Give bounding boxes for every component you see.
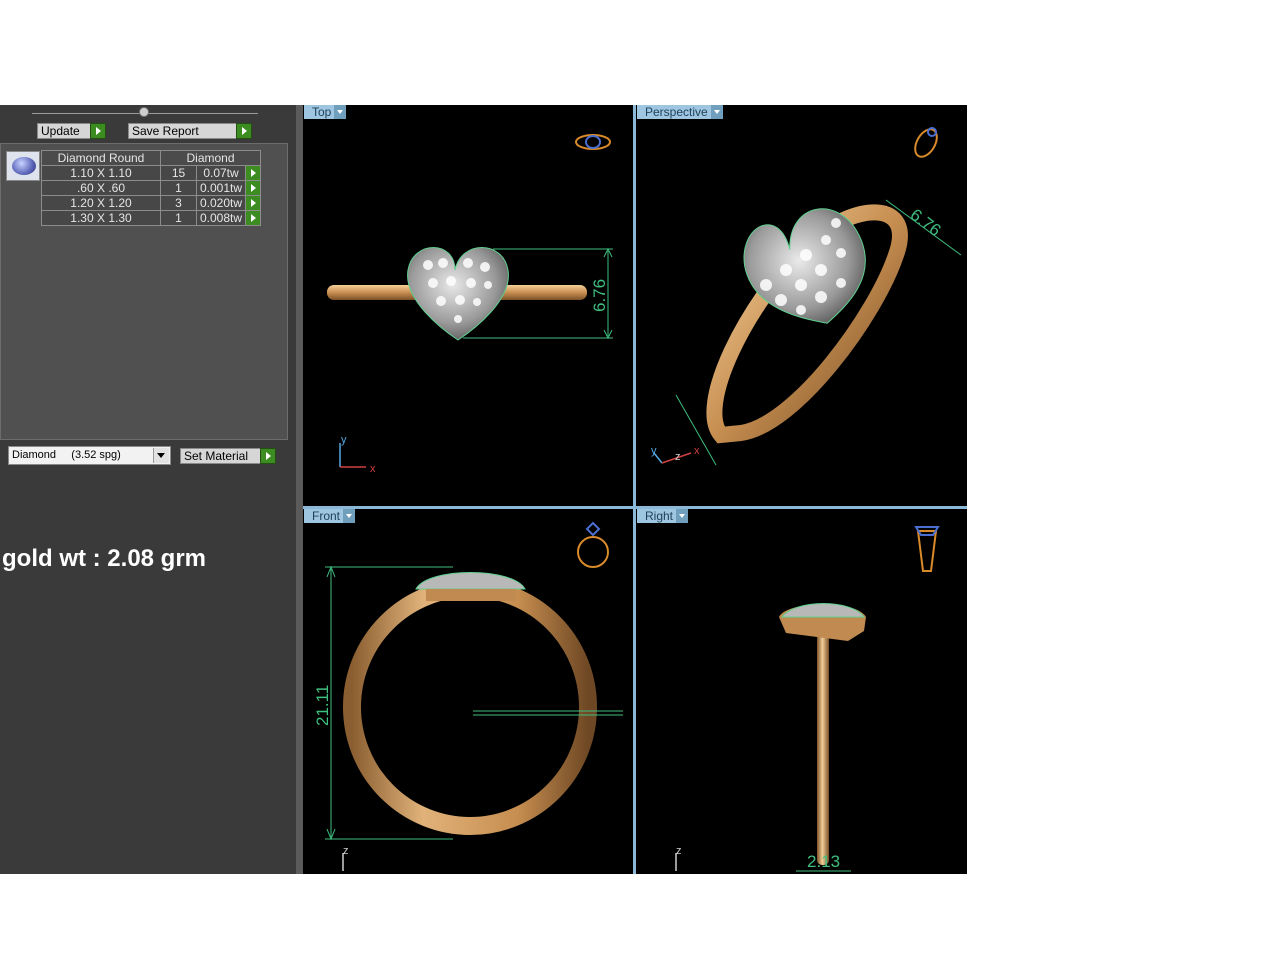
ring-band bbox=[343, 579, 597, 835]
viewport-right[interactable]: Right 2.13 z bbox=[636, 509, 967, 874]
chevron-down-icon[interactable] bbox=[153, 448, 169, 463]
front-dimension-label: 21.11 bbox=[313, 685, 332, 726]
panel-slider-knob[interactable] bbox=[139, 107, 149, 117]
play-icon bbox=[90, 123, 106, 139]
update-button-label: Update bbox=[41, 124, 80, 138]
right-dimension-label: 2.13 bbox=[807, 852, 840, 871]
stone-size: 1.30 X 1.30 bbox=[41, 210, 161, 226]
heart-setting bbox=[415, 572, 526, 590]
front-view-render: 21.11 z bbox=[313, 521, 623, 871]
save-report-button[interactable]: Save Report bbox=[128, 123, 252, 139]
stone-size: 1.10 X 1.10 bbox=[41, 165, 161, 181]
heart-setting bbox=[780, 603, 865, 618]
stone-count: 1 bbox=[160, 180, 197, 196]
top-view-render: 6.76 y x bbox=[327, 134, 613, 475]
stone-weight: 0.07tw bbox=[196, 165, 246, 181]
diamond-thumbnail[interactable] bbox=[6, 151, 40, 181]
top-dimension-label: 6.76 bbox=[590, 279, 609, 312]
panel-splitter[interactable] bbox=[296, 105, 303, 874]
diamond-list: Diamond Round Diamond 1.10 X 1.10 15 0.0… bbox=[0, 143, 288, 440]
axis-z-label: z bbox=[676, 845, 682, 857]
material-select-value: Diamond (3.52 spg) bbox=[12, 449, 121, 461]
row-go-button[interactable] bbox=[245, 180, 261, 196]
material-select[interactable]: Diamond (3.52 spg) bbox=[8, 446, 171, 465]
ring-orientation-icon bbox=[914, 526, 940, 572]
stone-count: 3 bbox=[160, 195, 197, 211]
axis-x-label: x bbox=[694, 445, 700, 457]
table-header-row: Diamond Round Diamond bbox=[41, 150, 261, 166]
viewport-top[interactable]: Top 6.76 y x bbox=[303, 105, 633, 506]
stone-report-panel: Update Save Report Diamond Round Diamond… bbox=[0, 105, 296, 874]
table-row[interactable]: 1.30 X 1.30 1 0.008tw bbox=[41, 210, 261, 226]
save-report-label: Save Report bbox=[132, 124, 199, 138]
row-go-button[interactable] bbox=[245, 195, 261, 211]
jewelry-cad-window: Update Save Report Diamond Round Diamond… bbox=[0, 105, 967, 874]
stone-count: 1 bbox=[160, 210, 197, 226]
axis-y-label: y bbox=[341, 434, 347, 446]
play-icon bbox=[236, 123, 252, 139]
viewport-front[interactable]: Front 21.11 z bbox=[303, 509, 633, 874]
stone-size: 1.20 X 1.20 bbox=[41, 195, 161, 211]
row-go-button[interactable] bbox=[245, 165, 261, 181]
axis-gizmo: y z x bbox=[651, 445, 700, 464]
viewport-perspective[interactable]: Perspective 6.76 y z x bbox=[636, 105, 967, 506]
heart-setting bbox=[407, 247, 509, 341]
stone-weight: 0.008tw bbox=[196, 210, 246, 226]
axis-gizmo: z bbox=[342, 845, 349, 871]
axis-z-label: z bbox=[675, 451, 681, 463]
row-go-button[interactable] bbox=[245, 210, 261, 226]
update-button[interactable]: Update bbox=[37, 123, 106, 139]
table-row[interactable]: 1.10 X 1.10 15 0.07tw bbox=[41, 165, 261, 181]
column-header-type: Diamond bbox=[160, 150, 261, 166]
axis-x-label: x bbox=[370, 463, 376, 475]
stone-count: 15 bbox=[160, 165, 197, 181]
perspective-view-render: 6.76 y z x bbox=[651, 127, 962, 466]
ring-orientation-icon bbox=[577, 521, 609, 568]
gold-weight-text: gold wt : 2.08 grm bbox=[2, 545, 207, 572]
stone-weight: 0.001tw bbox=[196, 180, 246, 196]
right-view-render: 2.13 z bbox=[675, 526, 940, 872]
axis-z-label: z bbox=[343, 845, 349, 857]
dimension-lines bbox=[325, 565, 623, 841]
stone-weight: 0.020tw bbox=[196, 195, 246, 211]
table-row[interactable]: .60 X .60 1 0.001tw bbox=[41, 180, 261, 196]
set-material-label: Set Material bbox=[184, 449, 249, 463]
ring-orientation-icon bbox=[575, 134, 611, 150]
table-row[interactable]: 1.20 X 1.20 3 0.020tw bbox=[41, 195, 261, 211]
stone-size: .60 X .60 bbox=[41, 180, 161, 196]
ring-orientation-icon bbox=[914, 127, 938, 158]
axis-y-label: y bbox=[651, 445, 657, 457]
ring-band-side bbox=[817, 619, 829, 865]
round-diamond-icon bbox=[12, 157, 36, 175]
axis-gizmo: z bbox=[675, 845, 682, 871]
column-header-shape: Diamond Round bbox=[41, 150, 161, 166]
play-icon bbox=[260, 448, 276, 464]
diamond-table: Diamond Round Diamond 1.10 X 1.10 15 0.0… bbox=[41, 150, 261, 226]
set-material-button[interactable]: Set Material bbox=[180, 448, 276, 464]
axis-gizmo: y x bbox=[339, 434, 376, 475]
perspective-dimension-label: 6.76 bbox=[907, 205, 945, 240]
setting-base bbox=[426, 589, 516, 601]
